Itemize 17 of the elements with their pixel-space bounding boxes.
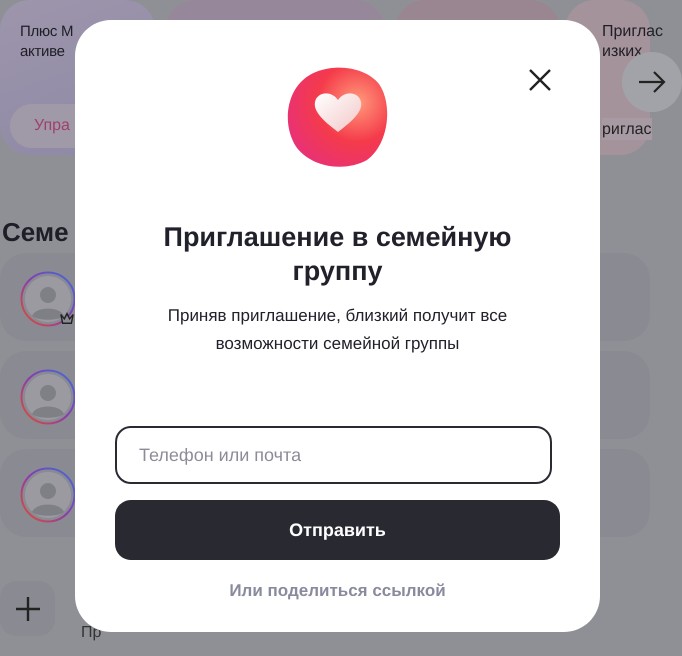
close-icon [528, 68, 552, 92]
avatar-icon [20, 467, 76, 523]
card-action-button[interactable]: риглас [602, 118, 652, 140]
section-heading: Семе [2, 217, 69, 247]
share-link[interactable]: Или поделиться ссылкой [229, 578, 446, 604]
dialog-title: Приглашение в семейную группу [162, 221, 512, 288]
add-label: Пр [81, 622, 102, 642]
add-button[interactable] [0, 581, 55, 636]
arrow-right-icon [638, 71, 666, 93]
avatar-icon [20, 271, 76, 327]
card-title: Приглас изких [602, 22, 664, 62]
contact-input-field[interactable]: Телефон или почта [115, 426, 552, 484]
dialog-description: Приняв приглашение, близкий получит все возможности семейной группы [166, 305, 508, 355]
avatar-icon [20, 369, 76, 425]
send-button[interactable]: Отправить [115, 500, 560, 560]
card-title: Плюс М активе [20, 22, 74, 62]
plus-icon [14, 596, 40, 622]
